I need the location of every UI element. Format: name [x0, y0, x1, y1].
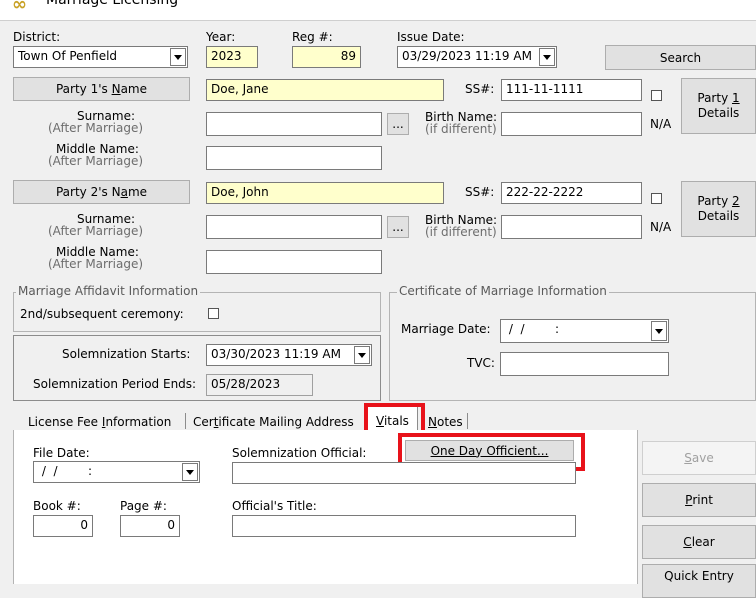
certificate-group [389, 292, 756, 401]
reg-label: Reg #: [292, 30, 333, 44]
party2-ss-field[interactable]: 222-22-2222 [501, 182, 642, 204]
tab-certificate-mailing[interactable]: Certificate Mailing Address [193, 415, 354, 429]
party1-middle-sub: (After Marriage) [48, 154, 144, 168]
clear-button[interactable]: Clear [642, 525, 756, 559]
party2-middle-field[interactable] [206, 250, 382, 274]
print-button[interactable]: Print [642, 483, 756, 517]
party1-name-field[interactable]: Doe, Jane [206, 79, 444, 101]
chevron-down-icon[interactable] [539, 48, 555, 66]
official-title-field[interactable] [232, 515, 576, 537]
file-date-label: File Date: [33, 446, 90, 460]
district-value: Town Of Penfield [18, 49, 118, 63]
party1-details-label: Details [697, 106, 740, 120]
chevron-down-icon[interactable] [354, 346, 370, 364]
party2-ss-checkbox[interactable] [651, 193, 662, 204]
party1-details-button[interactable]: Party 1 Details [681, 78, 756, 134]
book-field[interactable]: 0 [33, 515, 93, 537]
official-title-label: Official's Title: [232, 499, 317, 513]
window-title: Marriage Licensing [46, 0, 179, 8]
page-label: Page #: [120, 499, 167, 513]
certificate-legend: Certificate of Marriage Information [397, 284, 609, 298]
party1-ss-field[interactable]: 111-11-1111 [501, 79, 642, 101]
party1-middle-field[interactable] [206, 146, 382, 170]
tab-notes[interactable]: Notes [428, 415, 463, 429]
page-field[interactable]: 0 [120, 515, 180, 537]
tvc-field[interactable] [500, 352, 669, 376]
party1-surname-lookup-button[interactable]: ... [387, 113, 409, 135]
solemnization-ends-field: 05/28/2023 [206, 374, 313, 396]
issue-date-value: 03/29/2023 11:19 AM [402, 49, 532, 63]
party1-birth-name-field[interactable] [501, 112, 642, 136]
tab-license-fee[interactable]: License Fee Information [28, 415, 171, 429]
party1-surname-sub: (After Marriage) [48, 121, 144, 135]
tab-separator [185, 413, 186, 429]
chevron-down-icon[interactable] [651, 321, 667, 341]
party1-ss-checkbox[interactable] [651, 90, 662, 101]
reg-field[interactable]: 89 [292, 46, 361, 68]
chevron-down-icon[interactable] [182, 463, 198, 481]
issue-date-label: Issue Date: [397, 30, 465, 44]
party2-na-label: N/A [650, 220, 672, 234]
year-label: Year: [206, 30, 236, 44]
party2-surname-sub: (After Marriage) [48, 224, 144, 238]
quick-entry-button[interactable]: Quick Entry [642, 564, 756, 598]
party2-details-label: Details [697, 209, 740, 223]
ceremony-label: 2nd/subsequent ceremony: [20, 307, 184, 321]
party1-na-label: N/A [650, 117, 672, 131]
save-button[interactable]: Save [642, 441, 756, 475]
issue-date-field[interactable]: 03/29/2023 11:19 AM [397, 46, 557, 68]
party2-middle-sub: (After Marriage) [48, 257, 144, 271]
district-select[interactable]: Town Of Penfield [13, 46, 188, 68]
solemnization-starts-label: Solemnization Starts: [62, 347, 191, 361]
solemnization-ends-label: Solemnization Period Ends: [33, 377, 197, 391]
party1-surname-field[interactable] [206, 112, 382, 136]
title-bar: ∞ Marriage Licensing [0, 0, 756, 21]
party2-surname-lookup-button[interactable]: ... [387, 216, 409, 238]
party2-name-field[interactable]: Doe, John [206, 182, 444, 204]
party2-details-button[interactable]: Party 2 Details [681, 181, 756, 237]
tvc-label: TVC: [467, 356, 495, 370]
party2-birth-name-field[interactable] [501, 215, 642, 239]
party1-name-button[interactable]: Party 1's Name [13, 77, 190, 101]
app-logo-icon: ∞ [12, 0, 27, 15]
party2-name-button[interactable]: Party 2's Na me [13, 180, 190, 204]
affidavit-legend: Marriage Affidavit Information [16, 284, 201, 298]
marriage-date-label: Marriage Date: [401, 322, 491, 336]
party1-ss-label: SS#: [465, 82, 495, 96]
book-label: Book #: [33, 499, 81, 513]
search-button[interactable]: Search [605, 45, 756, 70]
solemnization-starts-field[interactable]: 03/30/2023 11:19 AM [206, 344, 372, 366]
marriage-date-field[interactable]: / / : [500, 319, 669, 343]
solemnization-official-field[interactable] [232, 462, 576, 484]
marriage-date-value: / / : [505, 322, 560, 336]
file-date-value: / / : [38, 464, 93, 478]
party2-ss-label: SS#: [465, 185, 495, 199]
party2-birth-name-sub: (if different) [425, 225, 497, 239]
solemnization-official-label: Solemnization Official: [232, 446, 367, 460]
party1-birth-name-sub: (if different) [425, 122, 497, 136]
party2-surname-field[interactable] [206, 215, 382, 239]
solemnization-starts-value: 03/30/2023 11:19 AM [211, 347, 341, 361]
tab-separator [467, 413, 468, 429]
ceremony-checkbox[interactable] [208, 308, 219, 319]
file-date-field[interactable]: / / : [33, 461, 200, 483]
district-label: District: [13, 30, 61, 44]
chevron-down-icon[interactable] [170, 48, 186, 66]
year-field[interactable]: 2023 [206, 46, 258, 68]
